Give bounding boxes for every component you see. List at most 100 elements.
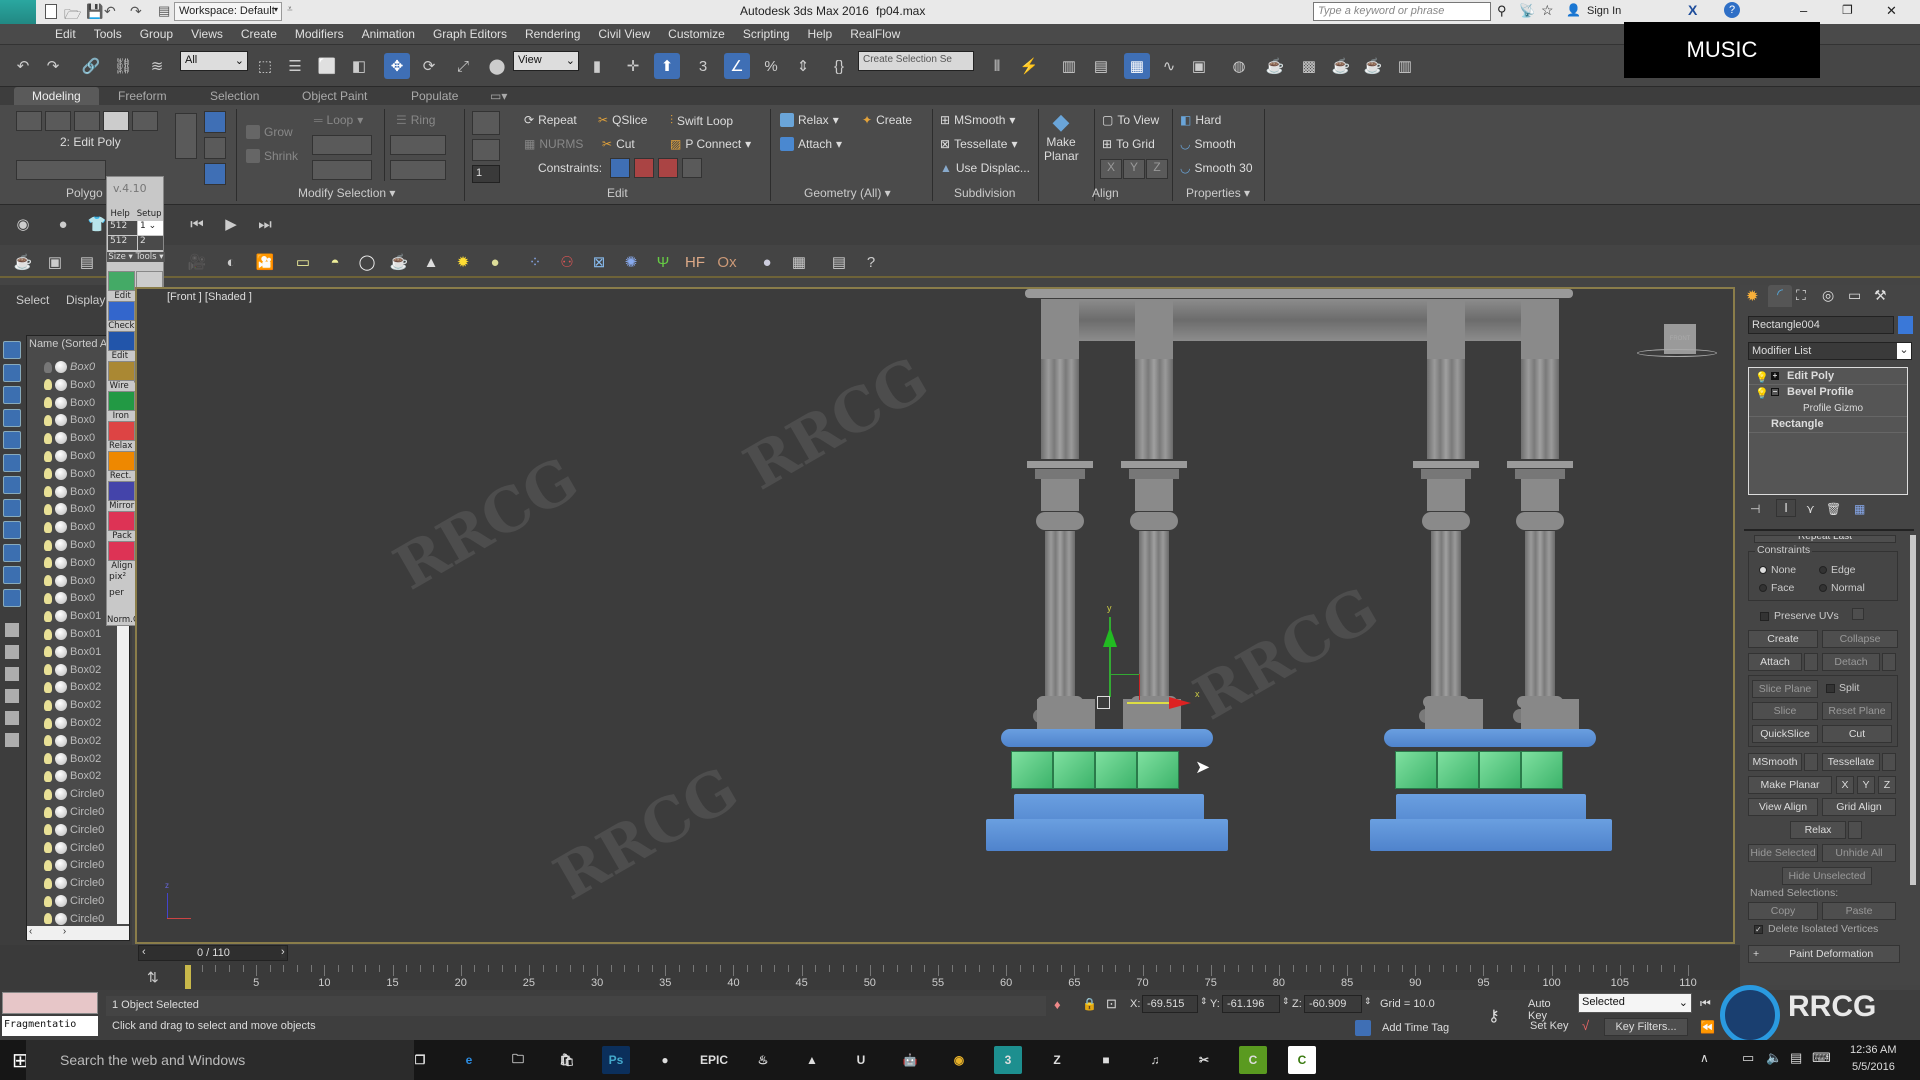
- material-library-icon[interactable]: ▦: [786, 249, 812, 275]
- visibility-bulb-icon[interactable]: [44, 735, 52, 747]
- render-frame-icon[interactable]: ▣: [42, 249, 68, 275]
- motion-tab-icon[interactable]: ◎: [1822, 287, 1834, 304]
- time-tag-icon[interactable]: [1355, 1020, 1371, 1036]
- menu-create[interactable]: Create: [232, 24, 286, 44]
- repeat-button[interactable]: ⟳ Repeat: [524, 113, 577, 127]
- ring-mode-icon[interactable]: [390, 160, 446, 180]
- tessellate-settings[interactable]: [1882, 753, 1896, 771]
- layer-explorer-icon[interactable]: ▥: [1056, 53, 1082, 79]
- stack-item-rectangle[interactable]: Rectangle: [1749, 418, 1907, 433]
- visibility-bulb-icon[interactable]: [44, 557, 52, 569]
- maxscript-input[interactable]: Fragmentatio: [2, 1016, 98, 1036]
- light-dome-icon[interactable]: ◓: [322, 249, 348, 275]
- visibility-bulb-icon[interactable]: [44, 877, 52, 889]
- radio-normal[interactable]: Normal: [1819, 582, 1865, 594]
- customize-qat-icon[interactable]: ⩡: [287, 4, 293, 15]
- isolate-selection-icon[interactable]: ♦: [1054, 997, 1061, 1012]
- display-groups-icon[interactable]: [3, 476, 21, 494]
- collapse-icon[interactable]: −: [1771, 388, 1779, 396]
- z-spinner[interactable]: ⇕: [1364, 996, 1372, 1007]
- percent-snap-icon[interactable]: %: [758, 53, 784, 79]
- relax-button[interactable]: Relax: [1790, 821, 1846, 839]
- make-planar-button[interactable]: Make Planar: [1748, 776, 1832, 794]
- time-slider-prev[interactable]: ‹: [142, 946, 146, 958]
- visibility-bulb-icon[interactable]: [44, 859, 52, 871]
- selection-lock-icon[interactable]: 🔒: [1082, 997, 1097, 1011]
- prev-key-icon[interactable]: ⏪: [1700, 1020, 1715, 1034]
- menu-edit[interactable]: Edit: [46, 24, 85, 44]
- attach-settings[interactable]: [1804, 653, 1818, 671]
- pin-stack-icon[interactable]: ⊣: [1750, 502, 1760, 516]
- tab-selection[interactable]: Selection: [210, 87, 259, 105]
- help-circle-icon[interactable]: ?: [858, 249, 884, 275]
- scene-list-item[interactable]: Box02: [44, 732, 132, 750]
- workspace-dropdown[interactable]: Workspace: Default ▾: [174, 2, 282, 21]
- vertex-mode-icon[interactable]: [16, 111, 42, 131]
- object-name-field[interactable]: Rectangle004: [1748, 316, 1894, 334]
- hierarchy-tab-icon[interactable]: ⛶: [1796, 287, 1806, 304]
- tessellate-button[interactable]: Tessellate: [1822, 753, 1880, 771]
- visibility-bulb-icon[interactable]: [44, 664, 52, 676]
- taskbar-app-scissors-icon[interactable]: ✂: [1190, 1046, 1218, 1074]
- scene-list-item[interactable]: Circle0: [44, 892, 132, 910]
- scene-list-item[interactable]: Box02: [44, 678, 132, 696]
- scene-states-icon[interactable]: ◉: [10, 211, 36, 237]
- radio-face[interactable]: Face: [1759, 582, 1794, 594]
- uv-align-button[interactable]: [108, 541, 135, 561]
- tray-volume-icon[interactable]: 🔈: [1766, 1050, 1782, 1066]
- constraint-normal-icon[interactable]: [682, 158, 702, 178]
- new-file-icon[interactable]: [45, 4, 57, 19]
- select-and-place-icon[interactable]: ⬤: [484, 53, 510, 79]
- taskbar-unreal-icon[interactable]: U: [847, 1046, 875, 1074]
- render-production-icon[interactable]: ▩: [1296, 53, 1322, 79]
- visibility-bulb-icon[interactable]: [44, 379, 52, 391]
- align-icon[interactable]: ⚡: [1016, 53, 1042, 79]
- taskbar-chrome-icon[interactable]: ◉: [945, 1046, 973, 1074]
- visibility-bulb-icon[interactable]: [44, 575, 52, 587]
- uv-size-menu[interactable]: Size ▾: [108, 252, 132, 262]
- stack-item-bevel-profile[interactable]: 💡 − Bevel Profile: [1749, 386, 1907, 401]
- pin-stack-icon[interactable]: [204, 137, 226, 159]
- camera-target-icon[interactable]: ◐: [218, 249, 244, 275]
- key-filters-button[interactable]: Key Filters...: [1604, 1018, 1688, 1036]
- scene-list-item[interactable]: Box02: [44, 661, 132, 679]
- bind-space-warp-icon[interactable]: ≋: [144, 53, 170, 79]
- uv-setup[interactable]: Setup: [137, 209, 162, 219]
- shrink-button[interactable]: Shrink: [246, 149, 298, 163]
- light-spot-icon[interactable]: ▲: [418, 249, 444, 275]
- polygon-mode-icon[interactable]: [103, 111, 129, 131]
- binoculars-icon[interactable]: ⚲: [1497, 3, 1507, 19]
- view-align-button[interactable]: View Align: [1748, 798, 1818, 816]
- menu-views[interactable]: Views: [182, 24, 232, 44]
- attach-button[interactable]: Attach ▾: [780, 137, 842, 151]
- select-and-move-icon[interactable]: ✥: [384, 53, 410, 79]
- scene-list-item[interactable]: Box02: [44, 696, 132, 714]
- uv-relax-button[interactable]: [108, 421, 135, 441]
- viewport-label[interactable]: [Front ] [Shaded ]: [167, 291, 252, 303]
- uv-help[interactable]: Help: [110, 209, 129, 219]
- visibility-bulb-icon[interactable]: [44, 486, 52, 498]
- swift-loop-button[interactable]: ⫶ Swift Loop: [670, 113, 733, 128]
- light-plane-icon[interactable]: ▭: [290, 249, 316, 275]
- taskbar-app-dark-icon[interactable]: ■: [1092, 1046, 1120, 1074]
- visibility-bulb-icon[interactable]: [44, 468, 52, 480]
- preserve-uvs-icon[interactable]: [472, 111, 500, 135]
- slice-plane-button[interactable]: Slice Plane: [1752, 680, 1818, 698]
- menu-rendering[interactable]: Rendering: [516, 24, 589, 44]
- redo-icon[interactable]: ↷: [40, 53, 66, 79]
- cut-button[interactable]: Cut: [1822, 725, 1892, 743]
- visibility-bulb-icon[interactable]: [44, 592, 52, 604]
- previous-modifier-icon[interactable]: [16, 160, 106, 180]
- create-tab-icon[interactable]: ✹: [1746, 287, 1759, 305]
- taskbar-search[interactable]: Search the web and Windows: [26, 1040, 414, 1080]
- border-mode-icon[interactable]: [74, 111, 100, 131]
- msmooth-button[interactable]: ⊞ MSmooth ▾: [940, 113, 1015, 127]
- menu-animation[interactable]: Animation: [353, 24, 424, 44]
- edit-spinner[interactable]: 1: [472, 165, 500, 183]
- gizmo-y-arrow[interactable]: [1103, 627, 1117, 647]
- visibility-bulb-icon[interactable]: [44, 681, 52, 693]
- favorites-star-icon[interactable]: ☆: [1541, 2, 1554, 19]
- menu-help[interactable]: Help: [799, 24, 842, 44]
- visibility-bulb-icon[interactable]: [44, 770, 52, 782]
- show-all-icon[interactable]: [204, 163, 226, 185]
